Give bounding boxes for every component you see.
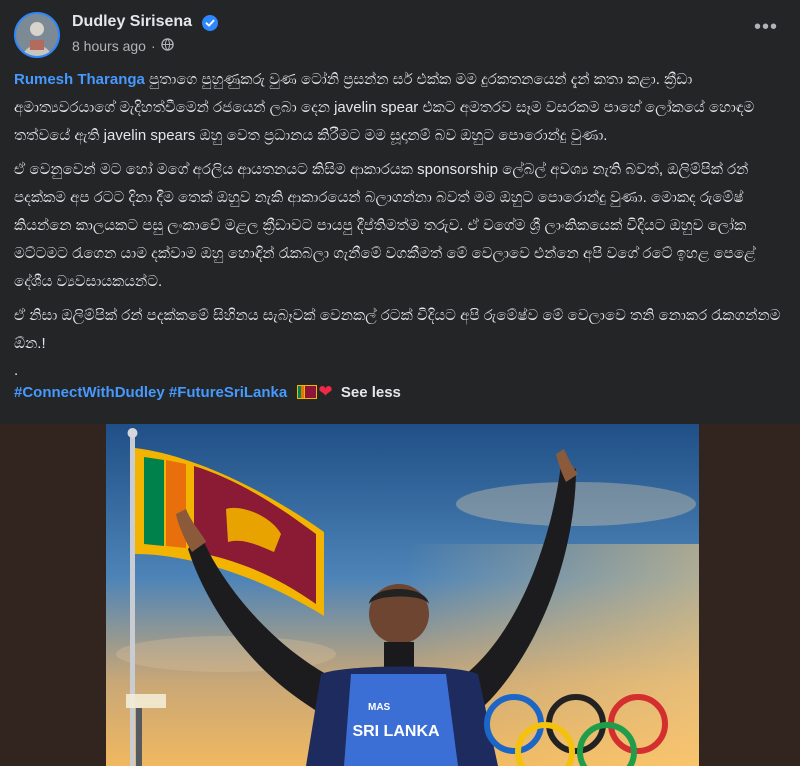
hashtag-line: #ConnectWithDudley #FutureSriLanka ❤ See… [14, 378, 786, 407]
separator-dot: · [150, 38, 156, 54]
globe-icon[interactable] [160, 38, 174, 54]
post-paragraph-1: Rumesh Tharanga පුතාගෙ පුහුණුකරු වුණ ටෝන… [14, 66, 786, 150]
author-avatar[interactable] [14, 12, 60, 58]
see-less-button[interactable]: See less [341, 384, 401, 401]
verified-badge-icon [202, 15, 218, 31]
post-text: Rumesh Tharanga පුතාගෙ පුහුණුකරු වුණ ටෝන… [14, 66, 786, 407]
jersey-text: SRI LANKA [352, 723, 440, 740]
mention-link[interactable]: Rumesh Tharanga [14, 71, 145, 88]
jersey-brand: MAS [368, 702, 391, 713]
post-media-area: SRI LANKA MAS [0, 424, 800, 766]
post-photo[interactable]: SRI LANKA MAS [106, 424, 699, 766]
post-paragraph-2: ඒ වෙනුවෙන් මට හෝ මගේ අරලිය ආයතනයට කිසිම … [14, 161, 756, 290]
post-paragraph-4: . [14, 362, 19, 379]
post-paragraph-3: ඒ නිසා ඔලිම්පික් රන් පදක්කමේ සිහිනය සැබෑ… [14, 307, 781, 352]
hashtag-link[interactable]: #ConnectWithDudley [14, 384, 165, 401]
author-name[interactable]: Dudley Sirisena [72, 13, 192, 31]
sri-lanka-flag-icon [297, 381, 318, 399]
heart-icon: ❤ [318, 382, 333, 401]
post-header: Dudley Sirisena 8 hours ago · ••• [14, 12, 786, 58]
post-timestamp[interactable]: 8 hours ago [72, 38, 146, 54]
more-options-button[interactable]: ••• [752, 17, 780, 40]
post-meta: 8 hours ago · [72, 38, 174, 54]
hashtag-link[interactable]: #FutureSriLanka [169, 384, 287, 401]
